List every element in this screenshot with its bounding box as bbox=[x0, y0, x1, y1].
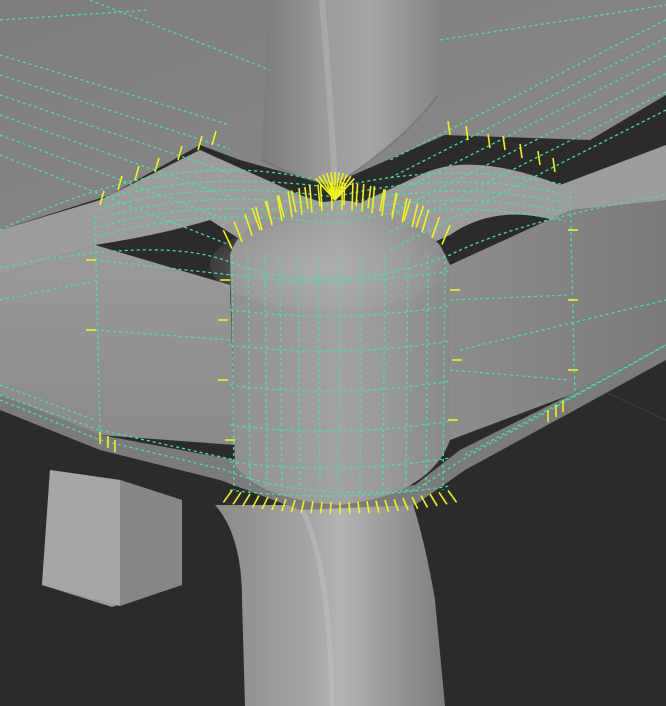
vertex-normal bbox=[348, 501, 351, 514]
vertex-normal bbox=[351, 182, 354, 211]
corner-block[interactable] bbox=[210, 200, 450, 505]
front-leg[interactable] bbox=[215, 495, 445, 706]
3d-viewport[interactable] bbox=[0, 0, 666, 706]
vertex-normal bbox=[329, 501, 332, 514]
viewport-scene[interactable] bbox=[0, 0, 666, 706]
